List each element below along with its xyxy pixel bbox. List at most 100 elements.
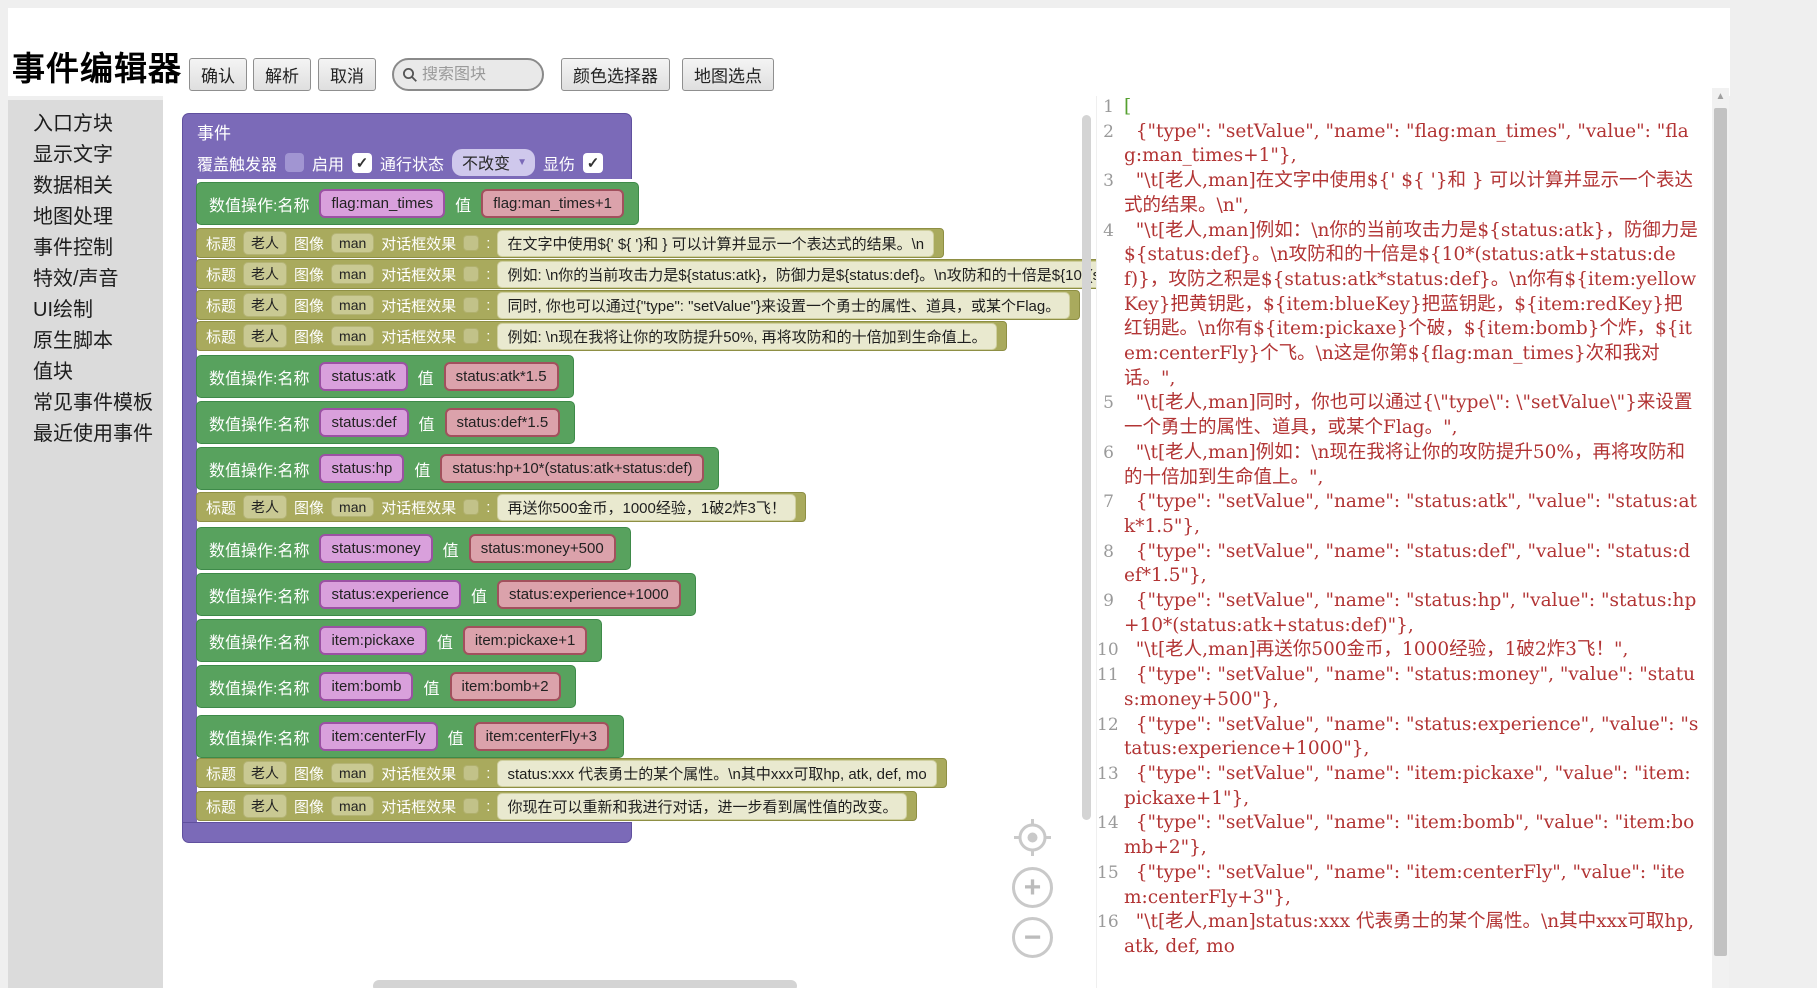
image-field[interactable]: man [331,763,374,783]
text-block[interactable]: 标题 老人 图像 man 对话框效果 : 再送你500金币，1000经验，1破2… [196,492,806,522]
value-name-field[interactable]: item:pickaxe [319,626,426,655]
value-expr-field[interactable]: status:atk*1.5 [444,362,559,391]
sidebar-item-effects-sound[interactable]: 特效/声音 [8,264,163,295]
setvalue-block[interactable]: 数值操作:名称 status:money 值 status:money+500 [196,527,631,570]
speaker-field[interactable]: 老人 [243,794,287,818]
effect-checkbox[interactable] [463,328,479,344]
sidebar-item-value-blocks[interactable]: 值块 [8,357,163,388]
trigger-checkbox[interactable] [285,153,304,172]
cancel-button[interactable]: 取消 [318,58,376,91]
sidebar-item-native-script[interactable]: 原生脚本 [8,326,163,357]
setvalue-block[interactable]: 数值操作:名称 status:hp 值 status:hp+10*(status… [196,447,719,490]
sidebar-item-ui-draw[interactable]: UI绘制 [8,295,163,326]
text-block[interactable]: 标题 老人 图像 man 对话框效果 : 例如: \n你的当前攻击力是${sta… [196,259,1096,289]
search-box[interactable] [392,58,544,91]
sidebar-item-map-handling[interactable]: 地图处理 [8,202,163,233]
value-expr-field[interactable]: item:pickaxe+1 [463,626,587,655]
text-block[interactable]: 标题 老人 图像 man 对话框效果 : 你现在可以重新和我进行对话，进一步看到… [196,791,917,821]
image-field[interactable]: man [331,264,374,284]
image-field[interactable]: man [331,326,374,346]
event-container-block[interactable]: 事件 覆盖触发器 启用 ✓ 通行状态 不改变 ▼ 显伤 ✓ [182,113,632,179]
image-field[interactable]: man [331,233,374,253]
dialog-text-field[interactable]: 同时, 你也可以通过{"type": "setValue"}来设置一个勇士的属性… [497,292,1070,319]
code-scrollbar[interactable]: ▲ [1712,88,1729,988]
code-line: 6 "\t[老人,man]例如：\n现在我将让你的攻防提升50%，再将攻防和的十… [1097,441,1712,490]
color-picker-button[interactable]: 颜色选择器 [561,58,670,91]
effect-checkbox[interactable] [463,499,479,515]
value-expr-field[interactable]: item:bomb+2 [450,672,561,701]
value-expr-field[interactable]: status:money+500 [469,534,616,563]
setvalue-block[interactable]: 数值操作:名称 status:experience 值 status:exper… [196,573,696,616]
setvalue-block[interactable]: 数值操作:名称 item:bomb 值 item:bomb+2 [196,665,576,708]
value-name-field[interactable]: status:experience [319,580,461,609]
value-name-field[interactable]: flag:man_times [319,189,445,218]
setvalue-block[interactable]: 数值操作:名称 status:atk 值 status:atk*1.5 [196,355,574,398]
value-expr-field[interactable]: status:experience+1000 [497,580,681,609]
value-expr-field[interactable]: status:def*1.5 [445,408,561,437]
effect-checkbox[interactable] [463,798,479,814]
setvalue-block[interactable]: 数值操作:名称 item:pickaxe 值 item:pickaxe+1 [196,619,602,662]
sidebar-item-show-text[interactable]: 显示文字 [8,140,163,171]
event-block-title: 事件 [197,119,231,144]
speaker-field[interactable]: 老人 [243,293,287,317]
effect-checkbox[interactable] [463,266,479,282]
reset-view-button[interactable] [1012,817,1053,858]
dialog-text-field[interactable]: 例如: \n你的当前攻击力是${status:atk}，防御力是${status… [497,261,1096,288]
image-field[interactable]: man [331,796,374,816]
json-code-editor[interactable]: 1[ 2 {"type": "setValue", "name": "flag:… [1097,88,1712,988]
value-expr-field[interactable]: flag:man_times+1 [481,189,624,218]
zoom-in-button[interactable]: + [1012,867,1053,908]
blockly-workspace[interactable]: 事件 覆盖触发器 启用 ✓ 通行状态 不改变 ▼ 显伤 ✓ 数值操作:名称 fl… [163,96,1096,988]
map-point-button[interactable]: 地图选点 [682,58,774,91]
setvalue-block[interactable]: 数值操作:名称 status:def 值 status:def*1.5 [196,401,575,444]
value-name-field[interactable]: item:centerFly [319,722,437,751]
text-block[interactable]: 标题 老人 图像 man 对话框效果 : 例如: \n现在我将让你的攻防提升50… [196,321,1007,351]
image-field[interactable]: man [331,497,374,517]
setvalue-block[interactable]: 数值操作:名称 item:centerFly 值 item:centerFly+… [196,715,624,758]
sidebar-item-event-control[interactable]: 事件控制 [8,233,163,264]
value-name-field[interactable]: status:def [319,408,408,437]
effect-checkbox[interactable] [463,235,479,251]
value-expr-field[interactable]: status:hp+10*(status:atk+status:def) [440,454,704,483]
effect-checkbox[interactable] [463,765,479,781]
dialog-text-field[interactable]: 你现在可以重新和我进行对话，进一步看到属性值的改变。 [497,793,907,820]
effect-checkbox[interactable] [463,297,479,313]
damage-checkbox[interactable]: ✓ [583,153,603,173]
text-block[interactable]: 标题 老人 图像 man 对话框效果 : status:xxx 代表勇士的某个属… [196,758,947,788]
top-toolbar: 事件编辑器 确认 解析 取消 颜色选择器 地图选点 [8,8,1730,96]
sidebar-item-common-templates[interactable]: 常见事件模板 [8,388,163,419]
zoom-out-button[interactable]: − [1012,917,1053,958]
value-name-field[interactable]: status:money [319,534,432,563]
dialog-text-field[interactable]: 再送你500金币，1000经验，1破2炸3飞！ [497,494,795,521]
canvas-horizontal-scrollbar[interactable] [373,980,797,988]
speaker-field[interactable]: 老人 [243,262,287,286]
speaker-field[interactable]: 老人 [243,231,287,255]
pass-status-label: 通行状态 [380,151,444,175]
speaker-field[interactable]: 老人 [243,761,287,785]
speaker-field[interactable]: 老人 [243,324,287,348]
dialog-text-field[interactable]: 例如: \n现在我将让你的攻防提升50%, 再将攻防和的十倍加到生命值上。 [497,323,996,350]
canvas-vertical-scrollbar[interactable] [1082,115,1091,820]
setvalue-block[interactable]: 数值操作:名称 flag:man_times 值 flag:man_times+… [196,182,639,225]
confirm-button[interactable]: 确认 [189,58,247,91]
value-expr-field[interactable]: item:centerFly+3 [474,722,609,751]
dialog-text-field[interactable]: 在文字中使用${' ${ '}和 } 可以计算并显示一个表达式的结果。\n [497,230,934,257]
enable-checkbox[interactable]: ✓ [352,153,372,173]
text-block[interactable]: 标题 老人 图像 man 对话框效果 : 在文字中使用${' ${ '}和 } … [196,228,944,258]
dialog-text-field[interactable]: status:xxx 代表勇士的某个属性。\n其中xxx可取hp, atk, d… [497,760,936,787]
image-field[interactable]: man [331,295,374,315]
parse-button[interactable]: 解析 [253,58,311,91]
sidebar-item-entry-blocks[interactable]: 入口方块 [8,109,163,140]
sidebar-item-recent-events[interactable]: 最近使用事件 [8,419,163,450]
scroll-up-arrow-icon[interactable]: ▲ [1712,88,1729,105]
sidebar-item-data[interactable]: 数据相关 [8,171,163,202]
value-name-field[interactable]: status:hp [319,454,404,483]
value-name-field[interactable]: item:bomb [319,672,413,701]
code-line: 12 {"type": "setValue", "name": "status:… [1097,713,1712,762]
pass-status-dropdown[interactable]: 不改变 ▼ [452,149,535,176]
speaker-field[interactable]: 老人 [243,495,287,519]
search-input[interactable] [422,66,532,84]
value-name-field[interactable]: status:atk [319,362,407,391]
text-block[interactable]: 标题 老人 图像 man 对话框效果 : 同时, 你也可以通过{"type": … [196,290,1080,320]
code-scrollbar-thumb[interactable] [1714,108,1727,956]
